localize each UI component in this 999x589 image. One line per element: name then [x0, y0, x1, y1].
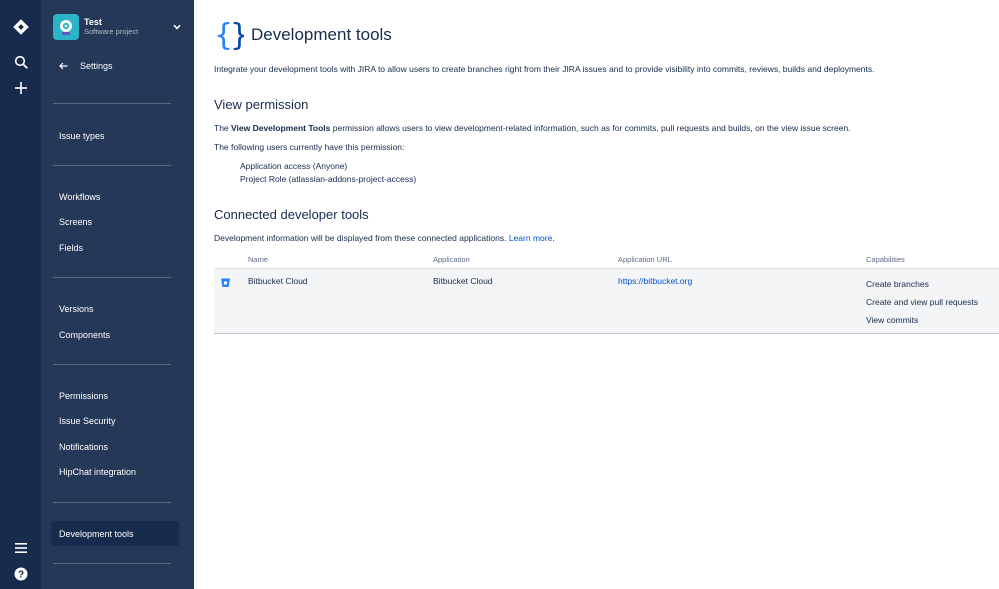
help-icon[interactable]: ?: [0, 561, 41, 587]
sidebar-item-notifications[interactable]: Notifications: [51, 434, 179, 459]
capability-item: View commits: [866, 315, 919, 325]
sidebar-item-hipchat-integration[interactable]: HipChat integration: [51, 459, 179, 484]
learn-more-link[interactable]: Learn more: [509, 233, 552, 243]
permission-text-suffix: permission allows users to view developm…: [330, 123, 851, 133]
arrow-left-icon: [59, 57, 68, 75]
capability-item: Create and view pull requests: [866, 297, 978, 307]
page-title: Development tools: [251, 24, 392, 44]
sidebar-divider: [53, 277, 171, 278]
sidebar-divider: [53, 364, 171, 365]
intro-text: Integrate your development tools with JI…: [214, 64, 875, 74]
global-nav: ?: [0, 0, 41, 589]
table-row: Bitbucket Cloud Bitbucket Cloud https://…: [214, 268, 999, 334]
jira-logo-icon[interactable]: [0, 14, 41, 40]
svg-text:?: ?: [17, 570, 23, 581]
permission-user: Project Role (atlassian-addons-project-a…: [240, 174, 417, 184]
search-icon[interactable]: [0, 49, 41, 75]
column-header-name: Name: [248, 255, 269, 264]
sidebar-divider: [53, 502, 171, 503]
menu-icon[interactable]: [0, 535, 41, 561]
permission-name: View Development Tools: [231, 123, 331, 133]
connected-tools-heading: Connected developer tools: [214, 207, 369, 222]
permission-text-prefix: The: [214, 123, 232, 133]
page-header: { } Development tools: [214, 18, 392, 53]
row-application: Bitbucket Cloud: [433, 276, 493, 286]
back-label: Settings: [80, 61, 113, 71]
permission-user: Application access (Anyone): [240, 161, 348, 171]
sidebar-item-issue-security[interactable]: Issue Security: [51, 408, 179, 433]
row-application-url-link[interactable]: https://bitbucket.org: [618, 276, 692, 286]
sidebar-item-components[interactable]: Components: [51, 322, 179, 347]
column-header-application: Application: [433, 255, 470, 264]
view-permission-description: The View Development Tools permission al…: [214, 123, 851, 133]
sidebar-item-workflows[interactable]: Workflows: [51, 184, 179, 209]
sidebar-item-fields[interactable]: Fields: [51, 235, 179, 260]
view-permission-heading: View permission: [214, 97, 309, 112]
project-sidebar: Test Software project Settings Issue typ…: [41, 0, 194, 589]
connected-text-end: .: [552, 233, 555, 243]
capability-item: Create branches: [866, 279, 929, 289]
sidebar-item-versions[interactable]: Versions: [51, 296, 179, 321]
sidebar-item-permissions[interactable]: Permissions: [51, 383, 179, 408]
sidebar-divider: [53, 563, 171, 564]
back-to-settings[interactable]: Settings: [59, 58, 113, 74]
users-intro: The following users currently have this …: [214, 142, 405, 152]
connected-text: Development information will be displaye…: [214, 233, 507, 243]
create-plus-icon[interactable]: [0, 75, 41, 101]
sidebar-divider: [53, 103, 171, 104]
sidebar-item-screens[interactable]: Screens: [51, 209, 179, 234]
main-content: { } Development tools Integrate your dev…: [214, 0, 999, 589]
project-type: Software project: [84, 26, 139, 36]
connected-tools-description: Development information will be displaye…: [214, 233, 555, 243]
sidebar-item-issue-types[interactable]: Issue types: [51, 123, 179, 148]
row-name: Bitbucket Cloud: [248, 276, 308, 286]
development-tools-icon: { }: [214, 18, 249, 53]
bitbucket-icon: [220, 277, 231, 290]
svg-text:}: }: [230, 18, 244, 51]
project-avatar: [53, 14, 79, 40]
column-header-application-url: Application URL: [618, 255, 672, 264]
project-switcher[interactable]: Test Software project: [53, 13, 183, 41]
chevron-down-icon[interactable]: [171, 24, 183, 30]
sidebar-divider: [53, 165, 171, 166]
column-header-capabilities: Capabilities: [866, 255, 905, 264]
sidebar-item-development-tools[interactable]: Development tools: [51, 521, 179, 546]
